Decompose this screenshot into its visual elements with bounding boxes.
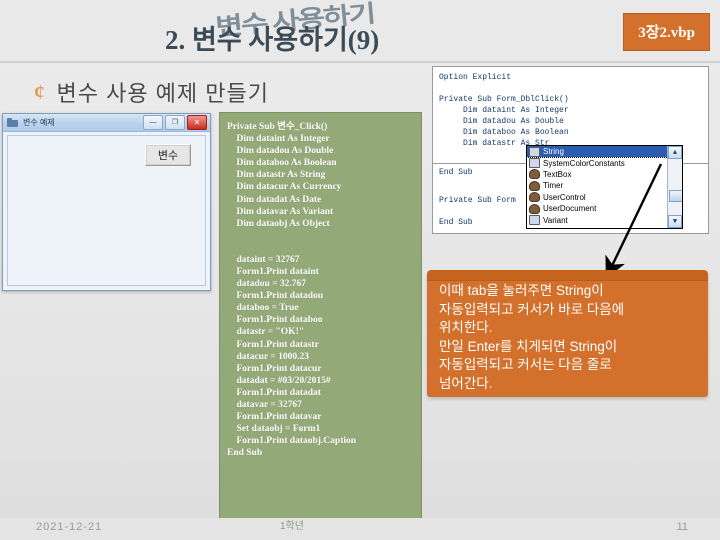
intellisense-item-label: Variant [543, 215, 568, 225]
code-line: datavar = 32767 [227, 399, 302, 410]
window-controls: — ❐ ✕ [143, 115, 210, 130]
title-main-text: 2. 변수 사용하기 [165, 25, 348, 55]
bullet-marker-icon: ¢ [34, 79, 45, 104]
intellisense-item[interactable]: TextBox [527, 169, 668, 180]
code-line: Dim datadou As Double [227, 146, 334, 157]
slide-canvas: 변수 사용하기 2. 변수 사용하기(9) 3장2.vbp ¢ 변수 사용 예제… [0, 0, 720, 540]
scroll-up-button[interactable]: ▲ [668, 146, 682, 159]
vbp-file-badge: 3장2.vbp [623, 13, 710, 51]
class-icon [529, 203, 540, 214]
minimize-button[interactable]: — [143, 115, 163, 130]
header-divider [0, 61, 720, 63]
explanation-callout: 이때 tab을 눌러주면 String이 자동입력되고 커서가 바로 다음에 위… [427, 270, 708, 397]
footer-center-text: 1학년 [280, 521, 304, 532]
code-line: Dim dataint As Integer [227, 134, 330, 145]
intellisense-item[interactable]: SystemColorConstants [527, 157, 668, 169]
class-icon [529, 192, 540, 203]
intellisense-item[interactable]: String [527, 146, 669, 159]
code-line: Set dataobj = Form1 [227, 424, 321, 435]
code-line: End Sub [227, 448, 263, 459]
intellisense-dropdown[interactable]: String SystemColorConstants TextBox Timer Us… [526, 145, 683, 229]
code-line: datastr = "OK!" [227, 327, 305, 338]
callout-top-lip [427, 270, 708, 281]
intellisense-item-label: TextBox [543, 169, 572, 179]
code-line: Dim datastr As String [227, 170, 326, 181]
code-line: Private Sub 변수_Click() [227, 122, 328, 132]
intellisense-item[interactable]: UserControl [527, 192, 668, 203]
code-line: Form1.Print dataobj.Caption [227, 436, 357, 447]
code-line: dataint = 32767 [227, 254, 300, 265]
code-line: Form1.Print datavar [227, 412, 322, 423]
code-line: Dim databoo As Boolean [227, 158, 337, 169]
enum-icon [529, 158, 540, 169]
title-area: 변수 사용하기 2. 변수 사용하기(9) [0, 1, 600, 57]
close-button[interactable]: ✕ [187, 115, 207, 130]
vb-form-caption: 변수 예제 [23, 118, 55, 127]
class-icon [529, 169, 540, 180]
callout-text: 이때 tab을 눌러주면 String이 자동입력되고 커서가 바로 다음에 위… [439, 283, 625, 391]
ide-code-mid: End Sub [439, 168, 473, 177]
intellisense-list[interactable]: String SystemColorConstants TextBox Timer Us… [527, 146, 669, 228]
code-line: datadou = 32.767 [227, 279, 307, 290]
class-icon [529, 180, 540, 191]
intellisense-item[interactable]: UserDocument [527, 203, 668, 214]
code-line: Dim datacur As Currency [227, 182, 342, 193]
intellisense-item[interactable]: Variant [527, 214, 668, 226]
code-line: Dim dataobj As Object [227, 218, 330, 229]
title-number: (9) [347, 25, 380, 55]
intellisense-item-label: UserDocument [543, 204, 597, 214]
code-line: databoo = True [227, 303, 299, 314]
vb-form-client-area: 변수 [7, 135, 206, 286]
intellisense-item-label: String [543, 147, 564, 157]
vb-form-window: 변수 예제 — ❐ ✕ 변수 [2, 113, 211, 291]
intellisense-item-label: UserControl [543, 192, 586, 202]
bullet-heading-text: 변수 사용 예제 만들기 [56, 81, 269, 106]
code-line: Form1.Print datacur [227, 363, 322, 374]
ide-code-top: Option Explicit Private Sub Form_DblClic… [439, 73, 569, 148]
code-line: datadat = #03/20/2015# [227, 375, 331, 386]
page-title: 2. 변수 사용하기(9) [165, 18, 379, 57]
footer-date: 2021-12-21 [36, 521, 103, 533]
maximize-button[interactable]: ❐ [165, 115, 185, 130]
intellisense-item-label: SystemColorConstants [543, 158, 625, 168]
code-line: datacur = 1000.23 [227, 351, 310, 362]
ide-code-bottom: Private Sub Form End Sub [439, 196, 516, 227]
code-line: Form1.Print datadat [227, 387, 321, 398]
scroll-down-button[interactable]: ▼ [668, 215, 682, 228]
code-block: Private Sub 변수_Click() Dim dataint As In… [219, 112, 422, 520]
intellisense-scrollbar[interactable]: ▲ ▼ [667, 146, 682, 228]
intellisense-item-label: Timer [543, 181, 564, 191]
form-icon [7, 117, 19, 128]
code-line: Form1.Print datastr [227, 339, 319, 350]
footer-band [0, 518, 720, 540]
code-line: Form1.Print databoo [227, 315, 323, 326]
bullet-heading-row: ¢ 변수 사용 예제 만들기 [34, 76, 269, 108]
scrollbar-thumb[interactable] [669, 190, 682, 202]
footer-page-number: 11 [676, 521, 688, 533]
code-line: Dim datavar As Variant [227, 206, 334, 217]
enum-icon [529, 215, 540, 226]
code-line: Form1.Print dataint [227, 266, 319, 277]
variable-button[interactable]: 변수 [145, 144, 191, 166]
vb-ide-window: Option Explicit Private Sub Form_DblClic… [432, 66, 709, 234]
code-line: Dim datadat As Date [227, 194, 322, 205]
vb-form-titlebar: 변수 예제 — ❐ ✕ [3, 114, 210, 132]
enum-icon [529, 146, 540, 157]
code-line: Form1.Print datadou [227, 291, 324, 302]
intellisense-item[interactable]: Timer [527, 180, 668, 191]
